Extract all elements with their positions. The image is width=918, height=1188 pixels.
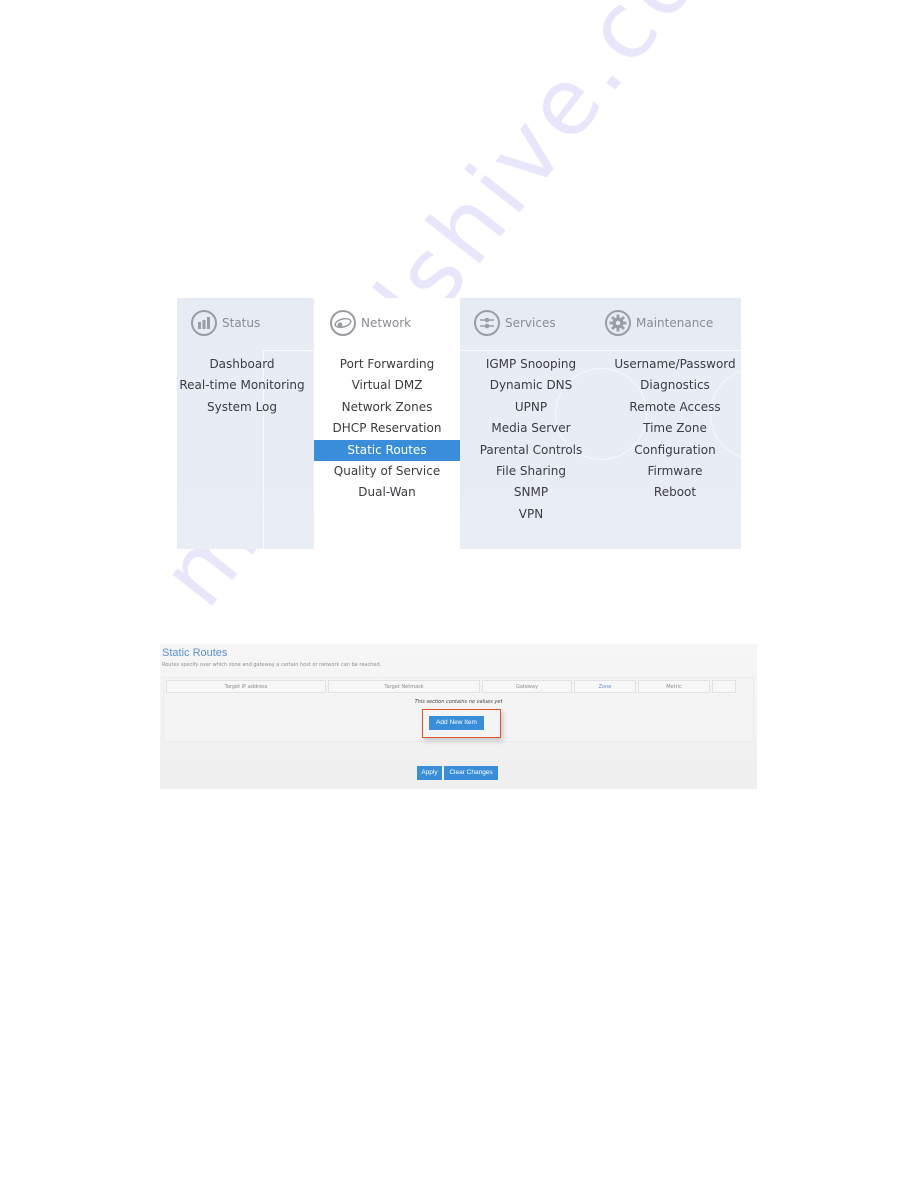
menu-item-vpn[interactable]: VPN: [460, 504, 602, 525]
menu-item-port-forwarding[interactable]: Port Forwarding: [314, 354, 460, 375]
column-header-zone: Zone: [574, 680, 636, 693]
menu-items: Username/Password Diagnostics Remote Acc…: [602, 354, 748, 504]
menu-item-configuration[interactable]: Configuration: [602, 440, 748, 461]
bar-chart-icon: [191, 310, 217, 336]
apply-button[interactable]: Apply: [417, 766, 442, 780]
menu-item-reboot[interactable]: Reboot: [602, 482, 748, 503]
menu-items: Port Forwarding Virtual DMZ Network Zone…: [314, 354, 460, 504]
clear-changes-button[interactable]: Clear Changes: [444, 766, 498, 780]
page-description: Routes specify over which zone and gatew…: [162, 662, 382, 668]
menu-item-igmp-snooping[interactable]: IGMP Snooping: [460, 354, 602, 375]
menu-items: IGMP Snooping Dynamic DNS UPNP Media Ser…: [460, 354, 602, 525]
column-header-network[interactable]: Network: [330, 310, 411, 336]
menu-item-realtime-monitoring[interactable]: Real-time Monitoring: [177, 375, 307, 396]
page-title: Static Routes: [162, 647, 228, 659]
table-header: Target IP address Target Netmask Gateway…: [166, 680, 736, 693]
divider: [460, 350, 741, 351]
navigation-menu: Status Dashboard Real-time Monitoring Sy…: [177, 298, 802, 549]
menu-item-network-zones[interactable]: Network Zones: [314, 397, 460, 418]
menu-item-upnp[interactable]: UPNP: [460, 397, 602, 418]
menu-item-dhcp-reservation[interactable]: DHCP Reservation: [314, 418, 460, 439]
menu-item-time-zone[interactable]: Time Zone: [602, 418, 748, 439]
column-header-metric: Metric: [638, 680, 710, 693]
menu-item-dual-wan[interactable]: Dual-Wan: [314, 482, 460, 503]
divider: [263, 350, 314, 351]
menu-item-static-routes[interactable]: Static Routes: [314, 439, 460, 461]
column-header-maintenance[interactable]: Maintenance: [605, 310, 713, 336]
menu-item-remote-access[interactable]: Remote Access: [602, 397, 748, 418]
menu-item-snmp[interactable]: SNMP: [460, 482, 602, 503]
column-title: Network: [361, 316, 412, 330]
column-header-target-ip: Target IP address: [166, 680, 326, 693]
sliders-icon: [474, 310, 500, 336]
menu-item-media-server[interactable]: Media Server: [460, 418, 602, 439]
column-header-actions: [712, 680, 736, 693]
gear-icon: [605, 310, 631, 336]
column-header-status[interactable]: Status: [191, 310, 260, 336]
menu-item-parental-controls[interactable]: Parental Controls: [460, 440, 602, 461]
add-new-item-button[interactable]: Add New Item: [429, 716, 484, 730]
column-header-gateway: Gateway: [482, 680, 572, 693]
menu-item-virtual-dmz[interactable]: Virtual DMZ: [314, 375, 460, 396]
menu-item-quality-of-service[interactable]: Quality of Service: [314, 461, 460, 482]
static-routes-page: Static Routes Routes specify over which …: [160, 644, 757, 789]
column-title: Services: [505, 316, 556, 330]
menu-item-username-password[interactable]: Username/Password: [602, 354, 748, 375]
column-title: Status: [222, 316, 261, 330]
column-header-services[interactable]: Services: [474, 310, 556, 336]
menu-item-system-log[interactable]: System Log: [177, 397, 307, 418]
column-title: Maintenance: [636, 316, 714, 330]
column-header-target-netmask: Target Netmask: [328, 680, 480, 693]
menu-item-dynamic-dns[interactable]: Dynamic DNS: [460, 375, 602, 396]
menu-item-firmware[interactable]: Firmware: [602, 461, 748, 482]
menu-item-diagnostics[interactable]: Diagnostics: [602, 375, 748, 396]
empty-section-message: This section contains no values yet: [414, 699, 503, 705]
menu-item-dashboard[interactable]: Dashboard: [177, 354, 307, 375]
network-orbit-icon: [330, 310, 356, 336]
menu-items: Dashboard Real-time Monitoring System Lo…: [177, 354, 307, 418]
menu-item-file-sharing[interactable]: File Sharing: [460, 461, 602, 482]
